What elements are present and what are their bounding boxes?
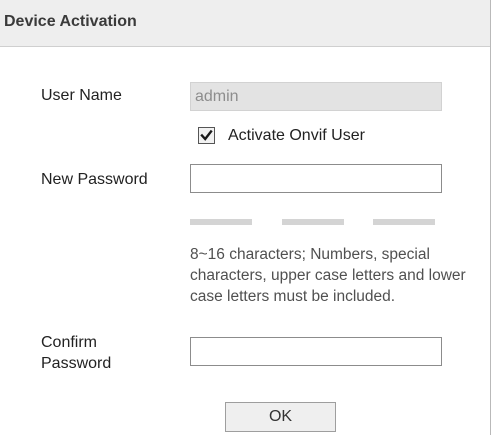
activate-onvif-label: Activate Onvif User [228,127,365,144]
ok-button[interactable]: OK [225,402,336,432]
user-name-label: User Name [41,87,122,104]
check-icon [200,129,213,141]
new-password-field[interactable] [190,164,442,193]
confirm-password-field[interactable] [190,337,442,366]
confirm-password-label: Confirm Password [41,334,112,372]
activate-onvif-checkbox[interactable] [198,127,215,144]
dialog-title: Device Activation [4,13,137,30]
password-strength-bar-medium [282,219,344,225]
dialog-right-border [490,0,491,435]
password-strength-bar-strong [373,219,435,225]
password-requirements-hint: 8~16 characters; Numbers, special charac… [190,246,466,305]
dialog-titlebar: Device Activation [0,0,491,47]
new-password-label: New Password [41,171,148,188]
device-activation-dialog: Device Activation User Name Activate Onv… [0,0,492,435]
password-strength-bar-weak [190,219,252,225]
user-name-field [190,82,442,111]
